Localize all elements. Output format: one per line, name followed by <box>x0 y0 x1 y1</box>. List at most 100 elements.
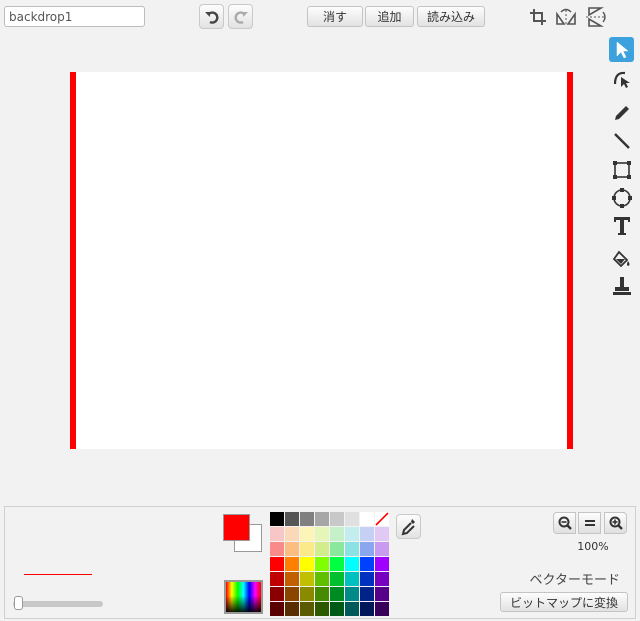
color-swatch[interactable] <box>270 572 284 586</box>
costume-name-input[interactable] <box>4 6 145 27</box>
color-spectrum-button[interactable] <box>224 580 263 614</box>
color-swatch[interactable] <box>330 587 344 601</box>
color-swatch[interactable] <box>300 602 314 616</box>
zoom-reset-button[interactable] <box>578 512 601 534</box>
color-swatch[interactable] <box>285 572 299 586</box>
flip-horizontal-icon <box>555 8 576 26</box>
pencil-icon <box>614 105 629 120</box>
color-swatch[interactable] <box>315 512 329 526</box>
color-swatch[interactable] <box>270 587 284 601</box>
color-swatch[interactable] <box>270 602 284 616</box>
flip-vertical-button[interactable] <box>582 4 607 29</box>
color-swatch[interactable] <box>345 512 359 526</box>
zoom-level: 100% <box>577 540 609 553</box>
color-swatch[interactable] <box>345 542 359 556</box>
color-swatch[interactable] <box>330 542 344 556</box>
text-tool[interactable] <box>609 213 634 238</box>
line-tool[interactable] <box>609 128 634 153</box>
color-swatch[interactable] <box>285 512 299 526</box>
color-swatch[interactable] <box>315 587 329 601</box>
color-swatch[interactable] <box>270 527 284 541</box>
color-swatch[interactable] <box>300 587 314 601</box>
ellipse-tool[interactable] <box>609 185 634 210</box>
zoom-out-icon <box>558 516 572 530</box>
zoom-out-button[interactable] <box>553 512 576 534</box>
import-button[interactable]: 読み込み <box>417 6 485 27</box>
rectangle-tool[interactable] <box>609 157 634 182</box>
rectangle-icon <box>612 160 631 179</box>
undo-button[interactable] <box>199 4 224 29</box>
color-swatch[interactable] <box>285 542 299 556</box>
color-swatch[interactable] <box>360 512 374 526</box>
zoom-in-button[interactable] <box>604 512 627 534</box>
no-color-swatch[interactable] <box>375 512 389 526</box>
crop-button[interactable] <box>525 4 550 29</box>
color-swatch[interactable] <box>315 572 329 586</box>
zoom-in-icon <box>609 516 623 530</box>
color-swatch[interactable] <box>345 602 359 616</box>
color-swatch[interactable] <box>315 602 329 616</box>
select-tool[interactable] <box>609 37 634 62</box>
ellipse-icon <box>611 187 632 208</box>
add-button[interactable]: 追加 <box>365 6 414 27</box>
color-swatch[interactable] <box>360 602 374 616</box>
text-icon <box>613 216 630 235</box>
fill-tool[interactable] <box>609 246 634 271</box>
color-swatch[interactable] <box>285 557 299 571</box>
convert-to-bitmap-button[interactable]: ビットマップに変換 <box>500 592 628 612</box>
color-swatch[interactable] <box>285 527 299 541</box>
drawing-canvas[interactable] <box>70 72 573 449</box>
color-swatch[interactable] <box>360 572 374 586</box>
color-swatch[interactable] <box>375 587 389 601</box>
color-swatch[interactable] <box>300 542 314 556</box>
color-swatch[interactable] <box>300 527 314 541</box>
color-swatch[interactable] <box>375 527 389 541</box>
color-swatch[interactable] <box>330 527 344 541</box>
color-swatch[interactable] <box>270 512 284 526</box>
color-swatch[interactable] <box>300 572 314 586</box>
color-swatch[interactable] <box>345 587 359 601</box>
stroke-width-slider[interactable] <box>13 601 103 607</box>
no-color-icon <box>375 512 389 526</box>
color-swatch[interactable] <box>360 527 374 541</box>
stroke-preview <box>24 574 92 575</box>
color-swatch[interactable] <box>345 572 359 586</box>
pencil-tool[interactable] <box>609 100 634 125</box>
reshape-tool[interactable] <box>609 65 634 90</box>
color-swatch[interactable] <box>360 542 374 556</box>
reshape-icon <box>613 71 630 88</box>
primary-color-swatch[interactable] <box>223 514 250 541</box>
color-swatch[interactable] <box>270 557 284 571</box>
stroke-width-slider-handle[interactable] <box>13 596 23 610</box>
color-swatch[interactable] <box>315 527 329 541</box>
color-swatch[interactable] <box>345 557 359 571</box>
color-swatch[interactable] <box>330 572 344 586</box>
stamp-icon <box>612 276 631 295</box>
crop-icon <box>529 8 546 25</box>
redo-button[interactable] <box>228 4 253 29</box>
redo-icon <box>234 10 248 24</box>
color-swatch[interactable] <box>330 602 344 616</box>
color-swatch[interactable] <box>360 587 374 601</box>
color-swatch[interactable] <box>285 602 299 616</box>
color-swatch[interactable] <box>300 557 314 571</box>
color-swatch[interactable] <box>375 572 389 586</box>
clear-button[interactable]: 消す <box>307 6 363 27</box>
undo-icon <box>204 10 218 24</box>
color-swatch[interactable] <box>300 512 314 526</box>
color-swatch[interactable] <box>375 602 389 616</box>
color-swatch[interactable] <box>345 527 359 541</box>
stamp-tool[interactable] <box>609 273 634 298</box>
color-swatch[interactable] <box>270 542 284 556</box>
color-palette <box>270 512 389 616</box>
color-swatch[interactable] <box>285 587 299 601</box>
color-swatch[interactable] <box>360 557 374 571</box>
eyedropper-button[interactable] <box>396 514 421 539</box>
color-swatch[interactable] <box>375 557 389 571</box>
color-swatch[interactable] <box>330 512 344 526</box>
flip-horizontal-button[interactable] <box>553 4 578 29</box>
color-swatch[interactable] <box>330 557 344 571</box>
color-swatch[interactable] <box>375 542 389 556</box>
color-swatch[interactable] <box>315 542 329 556</box>
color-swatch[interactable] <box>315 557 329 571</box>
